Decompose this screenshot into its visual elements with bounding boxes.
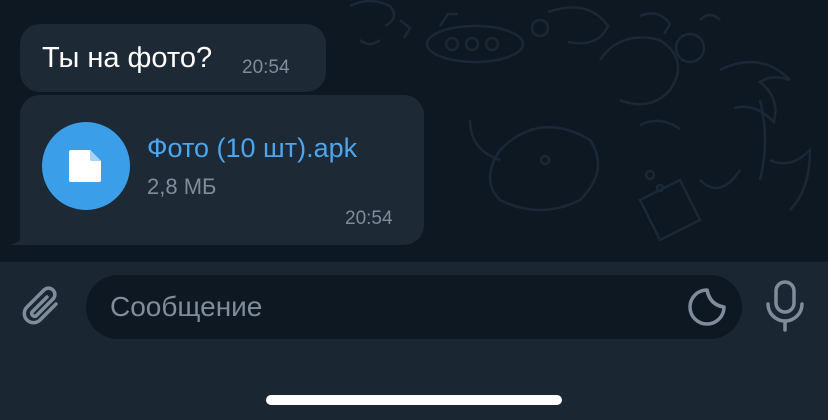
document-icon [69, 150, 101, 182]
file-name-link[interactable]: Фото (10 шт).apk [147, 132, 357, 164]
incoming-message-file[interactable]: Фото (10 шт).apk 2,8 МБ 20:54 [20, 95, 424, 245]
message-field-container [86, 275, 742, 339]
message-text: Ты на фото? [42, 42, 213, 74]
paperclip-icon[interactable] [20, 284, 66, 330]
message-time: 20:54 [242, 57, 290, 78]
home-indicator [266, 395, 562, 405]
file-download-button[interactable] [42, 122, 130, 210]
message-input[interactable] [110, 275, 670, 339]
message-time: 20:54 [345, 208, 393, 229]
microphone-icon[interactable] [762, 280, 808, 332]
message-composer [0, 261, 828, 420]
file-size: 2,8 МБ [147, 174, 217, 199]
chat-area: Ты на фото? 20:54 Фото (10 шт).apk 2,8 М… [0, 0, 828, 261]
bubble-tail [10, 229, 30, 245]
sticker-icon[interactable] [687, 287, 727, 327]
incoming-message-text[interactable]: Ты на фото? 20:54 [20, 24, 326, 92]
